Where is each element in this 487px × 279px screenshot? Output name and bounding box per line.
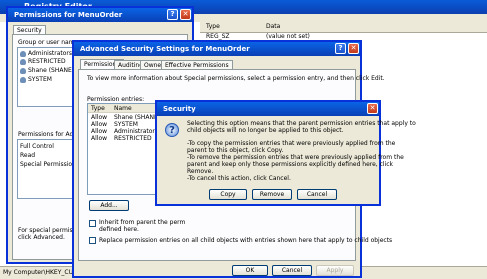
message-line: child objects will no longer be applied … xyxy=(187,127,344,134)
column-name[interactable]: Name xyxy=(114,105,132,112)
apply-button[interactable]: Apply xyxy=(316,265,354,276)
message-line: -To cancel this action, click Cancel. xyxy=(187,175,291,182)
entry-row[interactable]: Allow Administrators (S xyxy=(91,128,166,135)
inherit-text-2: defined here. xyxy=(99,226,139,233)
entry-row[interactable]: Allow RESTRICTED xyxy=(91,135,152,142)
question-icon: ? xyxy=(165,123,179,137)
permissions-titlebar: Permissions for MenuOrder ? ✕ xyxy=(8,8,192,22)
intro-text: To view more information about Special p… xyxy=(87,75,385,82)
special-perm-note-2: click Advanced. xyxy=(18,234,65,241)
message-line: parent to this object, click Copy. xyxy=(187,147,284,154)
user-item[interactable]: Shane (SHANE- xyxy=(20,67,74,74)
advanced-titlebar: Advanced Security Settings for MenuOrder… xyxy=(74,42,360,56)
message-line: -To remove the permission entries that w… xyxy=(187,154,404,161)
group-icon xyxy=(20,76,26,83)
security-dialog: Security ✕ ? Selecting this option means… xyxy=(155,100,416,206)
close-button[interactable]: ✕ xyxy=(367,103,378,114)
permission-item: Read xyxy=(20,152,36,159)
permission-item: Full Control xyxy=(20,143,54,150)
message-line: -To copy the permission entries that wer… xyxy=(187,140,396,147)
cancel-button[interactable]: Cancel xyxy=(272,265,312,276)
message-line: Remove. xyxy=(187,168,214,175)
security-titlebar: Security ✕ xyxy=(157,102,379,116)
user-item[interactable]: SYSTEM xyxy=(20,76,52,83)
value-data: (value not set) xyxy=(266,33,310,40)
tab-effective-permissions[interactable]: Effective Permissions xyxy=(161,60,233,69)
column-data[interactable]: Data xyxy=(266,23,280,30)
remove-button[interactable]: Remove xyxy=(252,189,292,200)
replace-checkbox[interactable] xyxy=(89,237,96,244)
copy-button[interactable]: Copy xyxy=(209,189,247,200)
column-type[interactable]: Type xyxy=(91,105,105,112)
permissions-title: Permissions for MenuOrder xyxy=(14,11,123,19)
values-header: Type Data xyxy=(200,22,487,33)
help-button[interactable]: ? xyxy=(335,43,346,54)
value-row[interactable]: REG_SZ (value not set) xyxy=(200,33,487,40)
inherit-checkbox[interactable] xyxy=(89,220,96,227)
entries-label: Permission entries: xyxy=(87,96,145,103)
help-button[interactable]: ? xyxy=(167,9,178,20)
message-line: parent and keep only those permissions e… xyxy=(187,161,394,168)
replace-text: Replace permission entries on all child … xyxy=(99,237,393,244)
cancel-button[interactable]: Cancel xyxy=(297,189,337,200)
user-item[interactable]: RESTRICTED xyxy=(20,58,66,65)
close-button[interactable]: ✕ xyxy=(348,43,359,54)
message-line: Selecting this option means that the par… xyxy=(187,120,416,127)
group-icon xyxy=(20,50,26,57)
entry-row[interactable]: Allow SYSTEM xyxy=(91,121,138,128)
close-button[interactable]: ✕ xyxy=(180,9,191,20)
group-icon xyxy=(20,58,26,65)
user-icon xyxy=(20,67,26,74)
inherit-text: Inherit from parent the perm xyxy=(99,219,186,226)
advanced-title: Advanced Security Settings for MenuOrder xyxy=(80,45,250,53)
value-type: REG_SZ xyxy=(206,33,230,40)
entry-row[interactable]: Allow Shane (SHANE- xyxy=(91,114,160,121)
security-title: Security xyxy=(163,105,196,113)
add-button[interactable]: Add... xyxy=(89,200,129,211)
ok-button[interactable]: OK xyxy=(232,265,268,276)
user-item[interactable]: Administrators ( xyxy=(20,50,76,57)
permission-item: Special Permissions xyxy=(20,161,80,168)
column-type[interactable]: Type xyxy=(206,23,220,30)
